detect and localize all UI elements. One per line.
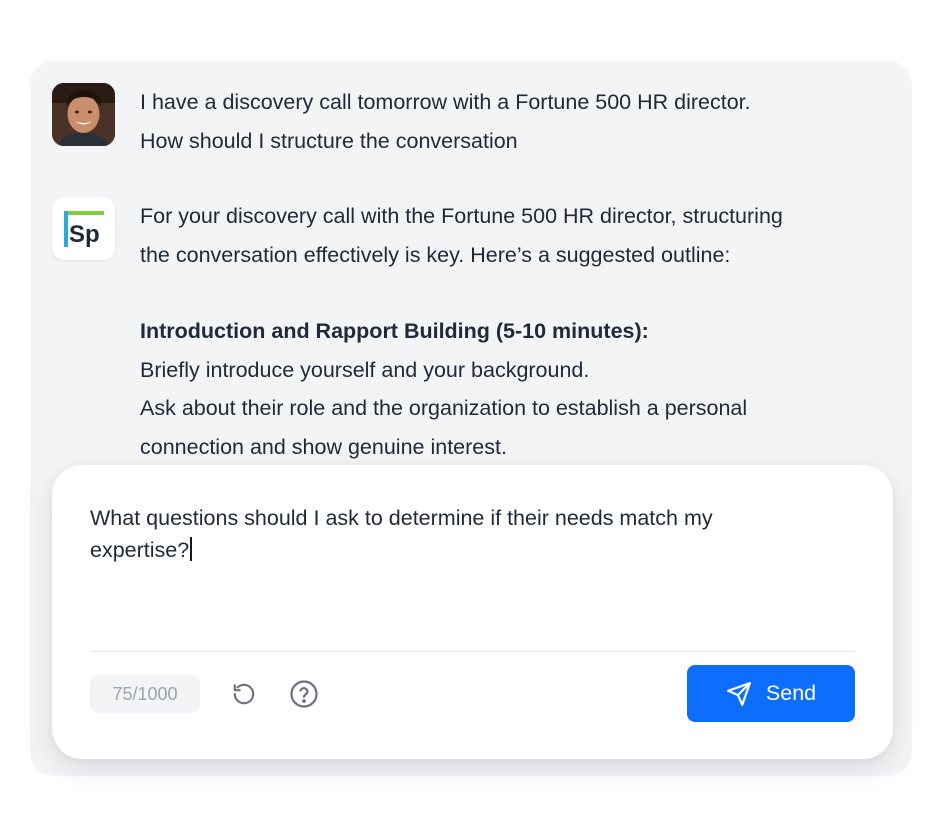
text-caret bbox=[190, 537, 193, 561]
user-message-line: How should I structure the conversation bbox=[140, 128, 518, 153]
section-heading: Introduction and Rapport Building (5-10 … bbox=[140, 319, 649, 343]
user-avatar bbox=[52, 83, 115, 146]
reset-button[interactable] bbox=[227, 677, 261, 711]
refresh-icon bbox=[233, 683, 255, 705]
help-button[interactable] bbox=[287, 677, 321, 711]
assistant-intro-line: the conversation effectively is key. Her… bbox=[140, 242, 731, 267]
user-avatar-photo-icon bbox=[52, 83, 115, 146]
assistant-logo: Sp bbox=[52, 197, 115, 260]
section-line: connection and show genuine interest. bbox=[140, 434, 507, 459]
assistant-message-text: For your discovery call with the Fortune… bbox=[140, 197, 892, 466]
send-button[interactable]: Send bbox=[687, 665, 855, 722]
user-message-line: I have a discovery call tomorrow with a … bbox=[140, 90, 751, 114]
composer-divider bbox=[90, 651, 855, 652]
paper-plane-icon bbox=[726, 681, 751, 706]
logo-text: Sp bbox=[69, 221, 100, 248]
send-button-label: Send bbox=[765, 681, 817, 705]
section-line: Briefly introduce yourself and your back… bbox=[140, 357, 590, 382]
assistant-intro-line: For your discovery call with the Fortune… bbox=[140, 204, 783, 228]
character-counter: 75/1000 bbox=[90, 675, 200, 713]
help-circle-icon bbox=[290, 680, 318, 708]
message-input-value: What questions should I ask to determine… bbox=[90, 506, 713, 562]
section-line: Ask about their role and the organizatio… bbox=[140, 396, 748, 420]
sp-logo-icon: Sp bbox=[63, 210, 104, 248]
user-message: I have a discovery call tomorrow with a … bbox=[52, 83, 892, 160]
message-input[interactable]: What questions should I ask to determine… bbox=[90, 502, 810, 566]
assistant-message: Sp For your discovery call with the Fort… bbox=[52, 197, 892, 466]
user-message-text: I have a discovery call tomorrow with a … bbox=[140, 83, 892, 160]
message-composer: What questions should I ask to determine… bbox=[52, 465, 893, 759]
